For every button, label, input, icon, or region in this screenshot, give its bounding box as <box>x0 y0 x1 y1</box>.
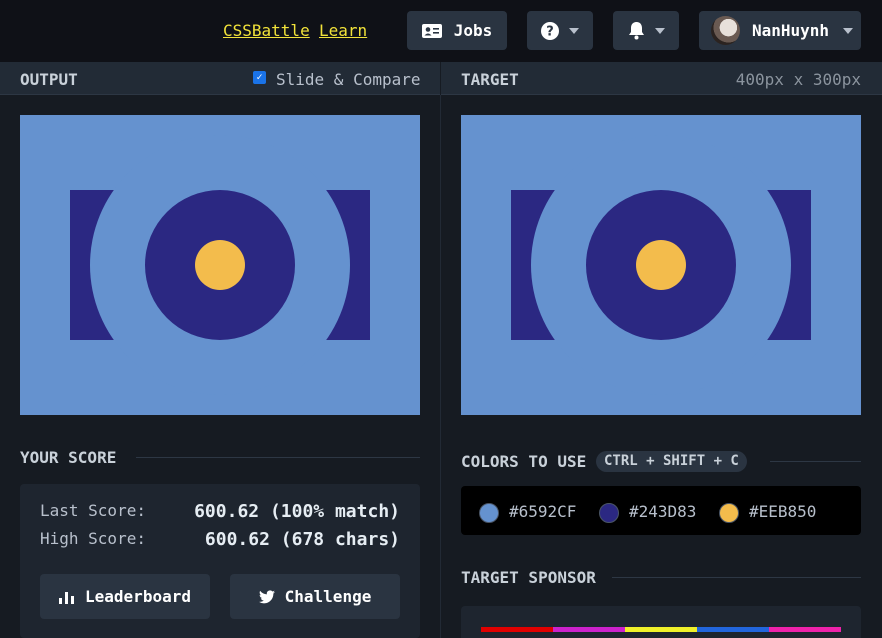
user-menu-button[interactable]: NanHuynh <box>699 11 861 50</box>
color-code: #EEB850 <box>749 502 817 521</box>
jobs-label: Jobs <box>453 21 493 40</box>
question-circle-icon: ? <box>541 21 559 40</box>
colors-list: #6592CF #243D83 #EEB850 <box>461 486 861 535</box>
slide-compare-checkbox[interactable]: ✓ <box>253 71 266 84</box>
leaderboard-button[interactable]: Leaderboard <box>40 574 210 619</box>
color-swatch <box>479 503 499 523</box>
copy-colors-shortcut: CTRL + SHIFT + C <box>596 451 747 472</box>
learn-link[interactable]: Learn <box>319 21 367 40</box>
colors-divider <box>770 461 861 462</box>
target-panel-header: TARGET 400px x 300px <box>441 62 882 95</box>
last-score-row: Last Score: 600.62 (100% match) <box>40 501 400 525</box>
output-canvas[interactable] <box>20 115 420 415</box>
sponsor-stripe <box>625 627 697 632</box>
score-divider <box>136 457 420 458</box>
target-canvas <box>461 115 861 415</box>
challenge-label: Challenge <box>284 587 372 606</box>
id-card-icon <box>421 23 442 38</box>
bell-icon <box>628 22 644 40</box>
panel-divider <box>440 95 441 638</box>
color-code: #243D83 <box>629 502 697 521</box>
chevron-down-icon <box>654 27 665 34</box>
sponsor-stripe <box>769 627 841 632</box>
your-score-title: YOUR SCORE <box>20 448 117 467</box>
notifications-button[interactable] <box>613 11 679 50</box>
color-swatch <box>719 503 739 523</box>
bar-chart-icon <box>59 591 75 604</box>
sponsor-card[interactable] <box>461 606 861 638</box>
twitter-icon <box>258 589 275 603</box>
output-panel-header: OUTPUT ✓ Slide & Compare <box>0 62 440 95</box>
sponsor-stripe <box>697 627 769 632</box>
output-title: OUTPUT <box>20 70 78 89</box>
user-name: NanHuynh <box>752 21 830 40</box>
target-sponsor-title: TARGET SPONSOR <box>461 568 596 587</box>
sponsor-stripe <box>553 627 625 632</box>
challenge-button[interactable]: Challenge <box>230 574 400 619</box>
jobs-button[interactable]: Jobs <box>407 11 507 50</box>
help-menu-button[interactable]: ? <box>527 11 593 50</box>
chevron-down-icon <box>569 27 579 34</box>
output-art <box>70 135 370 395</box>
sponsor-stripe <box>481 627 553 632</box>
cssbattle-link[interactable]: CSSBattle <box>223 21 310 40</box>
high-score-label: High Score: <box>40 529 146 548</box>
avatar <box>711 16 740 45</box>
leaderboard-label: Leaderboard <box>85 587 191 606</box>
score-card: Last Score: 600.62 (100% match) High Sco… <box>20 484 420 638</box>
last-score-value: 600.62 (100% match) <box>194 501 400 522</box>
high-score-row: High Score: 600.62 (678 chars) <box>40 529 400 553</box>
chevron-down-icon <box>843 27 854 34</box>
last-score-label: Last Score: <box>40 501 146 520</box>
high-score-value: 600.62 (678 chars) <box>204 529 400 550</box>
target-title: TARGET <box>461 70 519 89</box>
colors-title: COLORS TO USE <box>461 452 587 471</box>
slide-compare-label[interactable]: Slide & Compare <box>276 70 421 89</box>
target-art <box>511 135 811 395</box>
sponsor-divider <box>612 577 861 578</box>
color-swatch <box>599 503 619 523</box>
target-size: 400px x 300px <box>735 70 861 89</box>
top-nav-bar: CSSBattle Learn Jobs ? NanHuynh <box>0 0 882 62</box>
color-code: #6592CF <box>509 502 577 521</box>
svg-text:?: ? <box>546 24 554 39</box>
